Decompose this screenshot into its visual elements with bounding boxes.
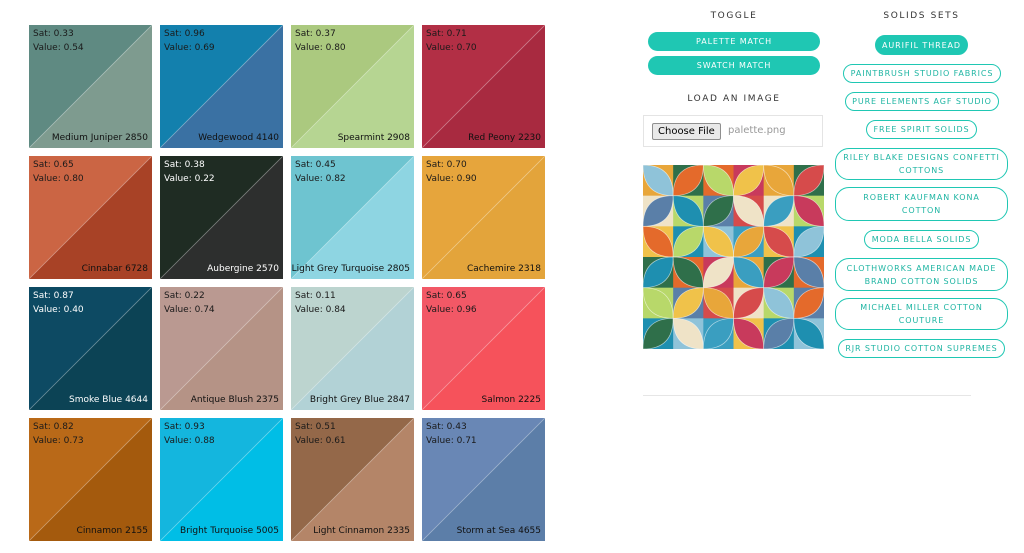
swatch-value: Value: 0.82 bbox=[295, 174, 346, 184]
swatch-value: Value: 0.96 bbox=[426, 305, 477, 315]
swatch-value: Value: 0.90 bbox=[426, 174, 477, 184]
swatch-name: Medium Juniper 2850 bbox=[51, 133, 148, 143]
toggle-heading: TOGGLE bbox=[710, 11, 758, 21]
swatch-value: Value: 0.71 bbox=[426, 436, 477, 446]
color-swatch[interactable]: Sat: 0.82 Value: 0.73 Cinnamon 2155 bbox=[29, 418, 152, 541]
load-image-heading: LOAD AN IMAGE bbox=[687, 94, 781, 104]
swatch-saturation: Sat: 0.87 bbox=[33, 291, 74, 301]
color-swatch[interactable]: Sat: 0.96 Value: 0.69 Wedgewood 4140 bbox=[160, 25, 283, 148]
swatch-match-button[interactable]: SWATCH MATCH bbox=[648, 56, 820, 75]
swatch-name: Storm at Sea 4655 bbox=[456, 526, 541, 536]
color-swatch[interactable]: Sat: 0.51 Value: 0.61 Light Cinnamon 2335 bbox=[291, 418, 414, 541]
swatch-name: Cinnabar 6728 bbox=[81, 264, 148, 274]
color-swatch[interactable]: Sat: 0.65 Value: 0.96 Salmon 2225 bbox=[422, 287, 545, 410]
color-swatch[interactable]: Sat: 0.37 Value: 0.80 Spearmint 2908 bbox=[291, 25, 414, 148]
swatch-value: Value: 0.88 bbox=[164, 436, 215, 446]
file-input[interactable]: Choose File palette.png bbox=[643, 115, 823, 147]
swatch-name: Bright Turquoise 5005 bbox=[180, 526, 279, 536]
swatch-value: Value: 0.73 bbox=[33, 436, 84, 446]
palette-match-button[interactable]: PALETTE MATCH bbox=[648, 32, 820, 51]
color-swatch[interactable]: Sat: 0.38 Value: 0.22 Aubergine 2570 bbox=[160, 156, 283, 279]
swatch-value: Value: 0.84 bbox=[295, 305, 346, 315]
swatch-saturation: Sat: 0.43 bbox=[426, 422, 467, 432]
swatch-saturation: Sat: 0.70 bbox=[426, 160, 467, 170]
color-swatch[interactable]: Sat: 0.71 Value: 0.70 Red Peony 2230 bbox=[422, 25, 545, 148]
swatch-value: Value: 0.61 bbox=[295, 436, 346, 446]
swatch-name: Red Peony 2230 bbox=[468, 133, 541, 143]
solids-set-pure-elements[interactable]: PURE ELEMENTS AGF STUDIO bbox=[845, 92, 999, 111]
solids-set-aurifil-thread[interactable]: AURIFIL THREAD bbox=[875, 35, 968, 55]
swatch-value: Value: 0.80 bbox=[33, 174, 84, 184]
swatch-value: Value: 0.54 bbox=[33, 43, 84, 53]
swatch-name: Spearmint 2908 bbox=[337, 133, 410, 143]
swatch-saturation: Sat: 0.96 bbox=[164, 29, 205, 39]
solids-set-riley-blake[interactable]: RILEY BLAKE DESIGNS CONFETTI COTTONS bbox=[835, 148, 1008, 180]
color-swatch[interactable]: Sat: 0.93 Value: 0.88 Bright Turquoise 500… bbox=[160, 418, 283, 541]
swatch-name: Light Grey Turquoise 2805 bbox=[291, 264, 410, 274]
swatch-value: Value: 0.69 bbox=[164, 43, 215, 53]
color-swatch[interactable]: Sat: 0.33 Value: 0.54 Medium Juniper 2850 bbox=[29, 25, 152, 148]
section-divider bbox=[643, 395, 971, 396]
swatch-grid: Sat: 0.33 Value: 0.54 Medium Juniper 2850 … bbox=[0, 0, 560, 553]
swatch-saturation: Sat: 0.33 bbox=[33, 29, 74, 39]
swatch-saturation: Sat: 0.93 bbox=[164, 422, 205, 432]
solids-set-clothworks[interactable]: CLOTHWORKS AMERICAN MADE BRAND COTTON SO… bbox=[835, 258, 1008, 291]
swatch-name: Aubergine 2570 bbox=[207, 264, 279, 274]
swatch-saturation: Sat: 0.22 bbox=[164, 291, 205, 301]
swatch-saturation: Sat: 0.51 bbox=[295, 422, 336, 432]
palette-image bbox=[643, 165, 824, 349]
color-swatch[interactable]: Sat: 0.65 Value: 0.80 Cinnabar 6728 bbox=[29, 156, 152, 279]
swatch-saturation: Sat: 0.45 bbox=[295, 160, 336, 170]
solids-set-paintbrush-studio[interactable]: PAINTBRUSH STUDIO FABRICS bbox=[843, 64, 1001, 83]
swatch-value: Value: 0.74 bbox=[164, 305, 215, 315]
swatch-saturation: Sat: 0.11 bbox=[295, 291, 336, 301]
color-swatch[interactable]: Sat: 0.87 Value: 0.40 Smoke Blue 4644 bbox=[29, 287, 152, 410]
color-swatch[interactable]: Sat: 0.70 Value: 0.90 Cachemire 2318 bbox=[422, 156, 545, 279]
swatch-name: Light Cinnamon 2335 bbox=[313, 526, 410, 536]
color-swatch[interactable]: Sat: 0.11 Value: 0.84 Bright Grey Blue 284… bbox=[291, 287, 414, 410]
swatch-name: Cachemire 2318 bbox=[466, 264, 541, 274]
swatch-value: Value: 0.22 bbox=[164, 174, 215, 184]
swatch-value: Value: 0.70 bbox=[426, 43, 477, 53]
solids-set-moda-bella[interactable]: MODA BELLA SOLIDS bbox=[864, 230, 979, 249]
swatch-name: Smoke Blue 4644 bbox=[69, 395, 148, 405]
swatch-saturation: Sat: 0.65 bbox=[426, 291, 467, 301]
swatch-saturation: Sat: 0.82 bbox=[33, 422, 74, 432]
solids-set-michael-miller[interactable]: MICHAEL MILLER COTTON COUTURE bbox=[835, 298, 1008, 330]
color-swatch[interactable]: Sat: 0.45 Value: 0.82 Light Grey Turquoise… bbox=[291, 156, 414, 279]
swatch-value: Value: 0.80 bbox=[295, 43, 346, 53]
swatch-saturation: Sat: 0.37 bbox=[295, 29, 336, 39]
choose-file-button[interactable]: Choose File bbox=[652, 123, 721, 140]
swatch-name: Wedgewood 4140 bbox=[198, 133, 279, 143]
swatch-name: Salmon 2225 bbox=[481, 395, 541, 405]
swatch-saturation: Sat: 0.38 bbox=[164, 160, 205, 170]
swatch-name: Cinnamon 2155 bbox=[76, 526, 148, 536]
swatch-value: Value: 0.40 bbox=[33, 305, 84, 315]
color-swatch[interactable]: Sat: 0.22 Value: 0.74 Antique Blush 2375 bbox=[160, 287, 283, 410]
swatch-name: Bright Grey Blue 2847 bbox=[309, 395, 410, 405]
swatch-saturation: Sat: 0.71 bbox=[426, 29, 467, 39]
color-swatch[interactable]: Sat: 0.43 Value: 0.71 Storm at Sea 4655 bbox=[422, 418, 545, 541]
solids-sets-heading: SOLIDS SETS bbox=[883, 11, 960, 21]
file-name-label: palette.png bbox=[728, 125, 786, 136]
solids-set-free-spirit[interactable]: FREE SPIRIT SOLIDS bbox=[866, 120, 977, 139]
solids-set-rjr-studio[interactable]: RJR STUDIO COTTON SUPREMES bbox=[838, 339, 1005, 358]
solids-set-robert-kaufman[interactable]: ROBERT KAUFMAN KONA COTTON bbox=[835, 187, 1008, 221]
swatch-name: Antique Blush 2375 bbox=[190, 395, 279, 405]
swatch-saturation: Sat: 0.65 bbox=[33, 160, 74, 170]
